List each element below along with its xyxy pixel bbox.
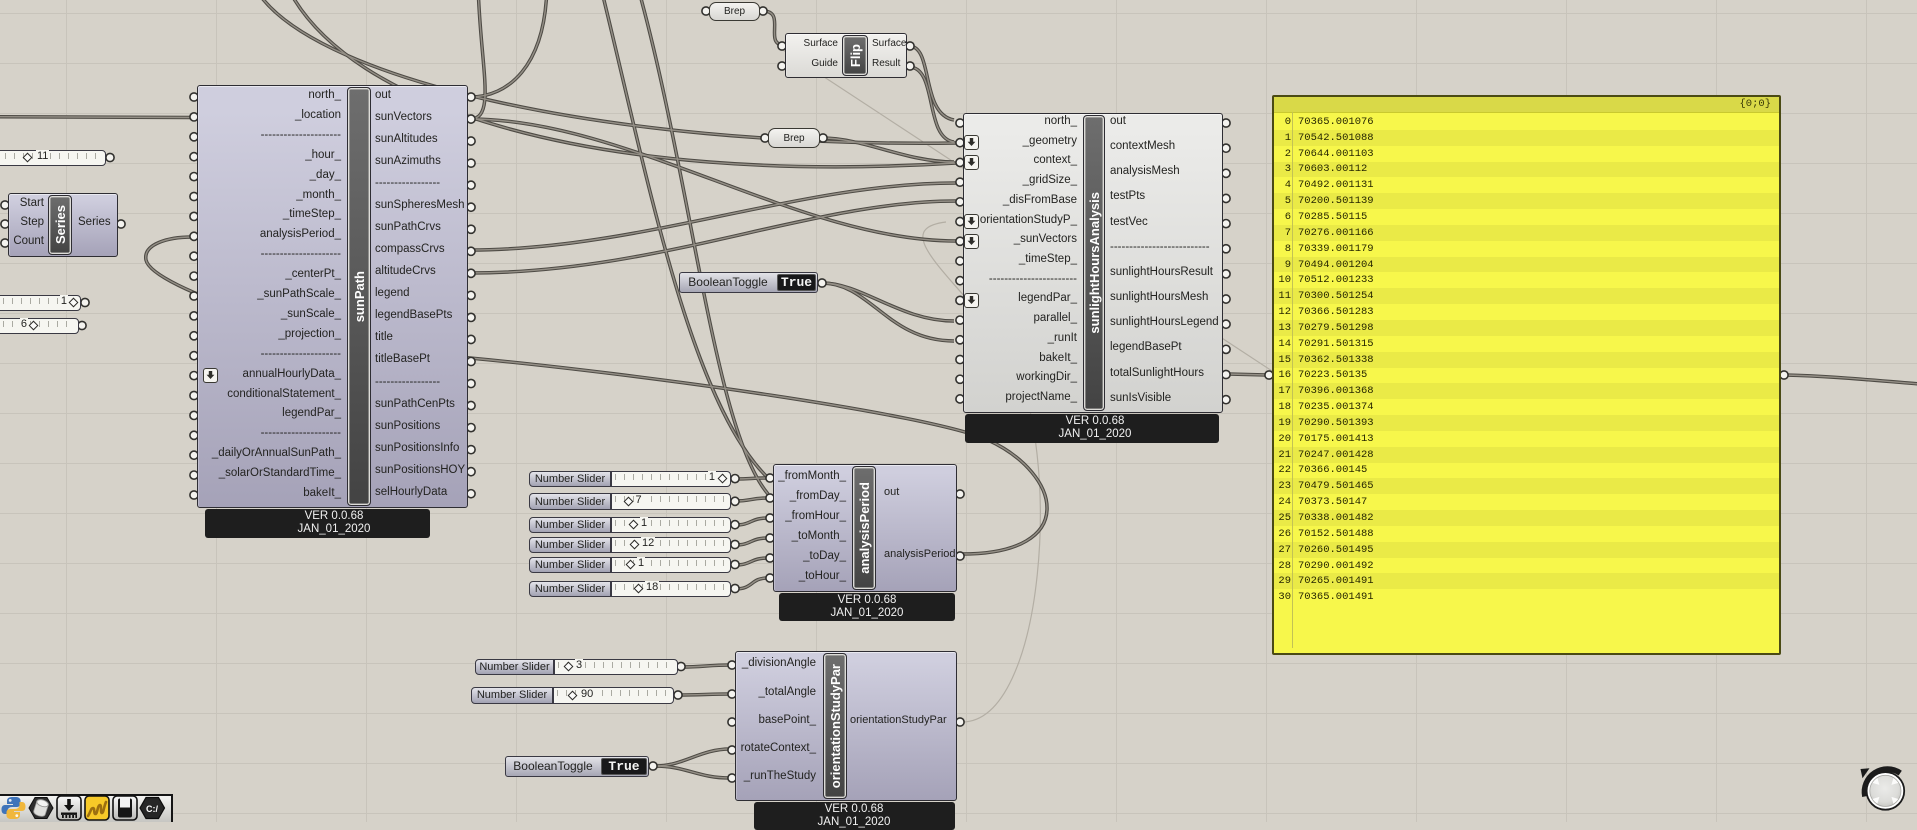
svg-text:C:/: C:/ <box>146 804 158 814</box>
